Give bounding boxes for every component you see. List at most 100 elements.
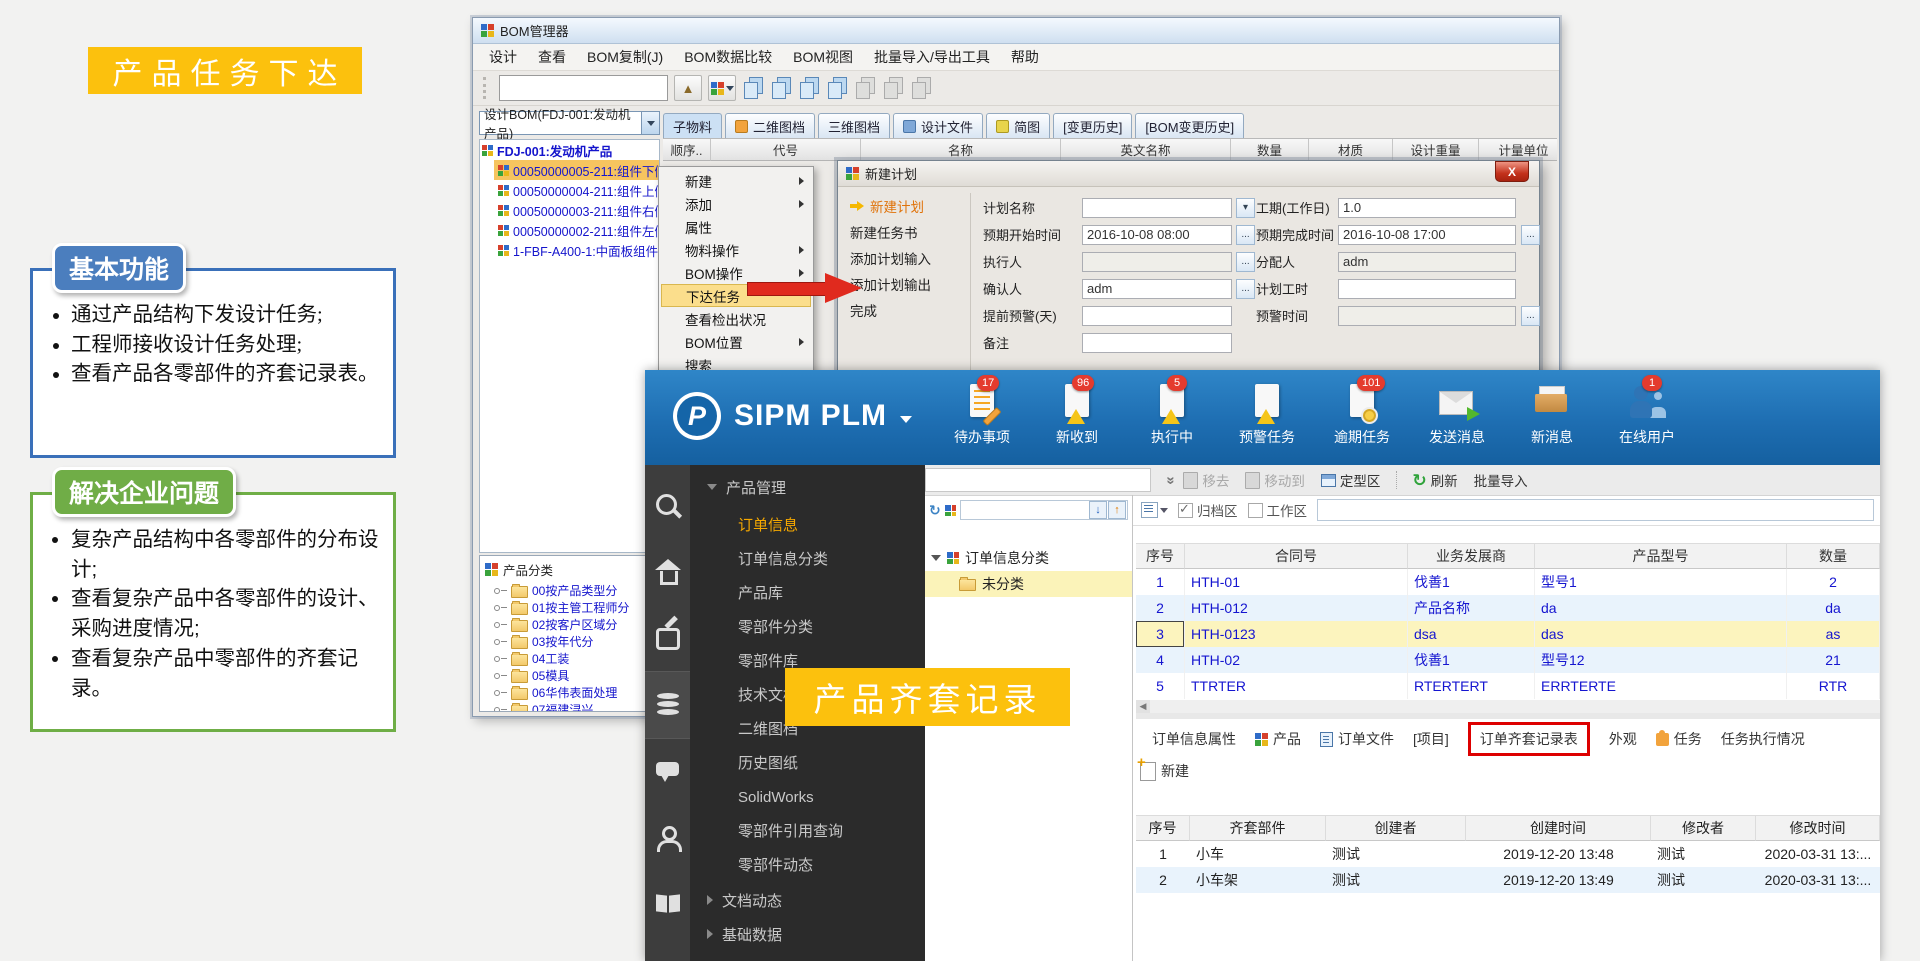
- refresh-button[interactable]: ↻刷新: [1412, 470, 1457, 490]
- bom-view-options-button[interactable]: [708, 75, 736, 101]
- orders-column-header[interactable]: 产品型号: [1535, 543, 1787, 569]
- order-row[interactable]: 2 HTH-012 产品名称 da da: [1136, 595, 1880, 621]
- sidebar-item[interactable]: 产品库: [690, 577, 925, 611]
- bom-grid-column-header[interactable]: 英文名称: [1061, 139, 1231, 161]
- bom-tree-node[interactable]: 00050000002-211:组件左侧: [494, 220, 659, 240]
- bom-search-input[interactable]: [499, 75, 668, 101]
- bom-menu-item[interactable]: 设计: [489, 47, 517, 67]
- detail-tab[interactable]: 产品: [1255, 729, 1301, 749]
- bom-menu-item[interactable]: 查看: [538, 47, 566, 67]
- order-tree-unclassified[interactable]: 未分类: [925, 571, 1132, 597]
- kit-column-header[interactable]: 齐套部件: [1190, 815, 1326, 841]
- dialog-titlebar[interactable]: 新建计划: [838, 161, 1539, 187]
- kit-column-header[interactable]: 修改者: [1651, 815, 1756, 841]
- header-action[interactable]: 96 新收到: [1040, 382, 1114, 447]
- field-input[interactable]: 1.0: [1338, 198, 1516, 218]
- kit-column-header[interactable]: 修改时间: [1756, 815, 1880, 841]
- order-row[interactable]: 3 HTH-0123 dsa das as: [1136, 621, 1880, 647]
- context-menu-item[interactable]: 属性: [661, 215, 811, 238]
- bom-grid-column-header[interactable]: 材质: [1309, 139, 1393, 161]
- category-folder[interactable]: 00按产品类型分: [480, 582, 655, 599]
- context-menu-item[interactable]: BOM位置: [661, 330, 811, 353]
- bom-tree-root[interactable]: FDJ-001:发动机产品: [480, 140, 659, 160]
- orders-column-header[interactable]: 合同号: [1185, 543, 1408, 569]
- bom-detail-tab[interactable]: 简图: [986, 113, 1050, 138]
- detail-tab[interactable]: 外观: [1609, 729, 1637, 749]
- bom-detail-tab[interactable]: 三维图档: [818, 113, 890, 138]
- paste-icon[interactable]: [799, 77, 819, 99]
- rail-item[interactable]: [645, 739, 690, 805]
- browse-button[interactable]: ...: [1521, 225, 1540, 245]
- bom-tree-node[interactable]: 00050000004-211:组件上侧: [494, 180, 659, 200]
- sidebar-item[interactable]: 历史图纸: [690, 747, 925, 781]
- bom-grid-column-header[interactable]: 名称: [861, 139, 1061, 161]
- batch-import-button[interactable]: 批量导入: [1474, 470, 1528, 490]
- move-out-button[interactable]: 移去: [1183, 470, 1229, 490]
- bom-menu-item[interactable]: BOM数据比较: [684, 47, 772, 67]
- browse-button[interactable]: ...: [1521, 306, 1540, 326]
- kit-column-header[interactable]: 创建者: [1326, 815, 1466, 841]
- detail-tab[interactable]: [项目]: [1413, 729, 1449, 749]
- new-record-button[interactable]: 新建: [1140, 761, 1189, 781]
- bom-detail-tab[interactable]: [变更历史]: [1053, 113, 1132, 138]
- bom-tree-node[interactable]: 1-FBF-A400-1:中面板组件: [494, 240, 659, 260]
- bom-menu-item[interactable]: 帮助: [1011, 47, 1039, 67]
- header-action[interactable]: 1 在线用户: [1610, 382, 1684, 447]
- tree-search-input[interactable]: ↓ ↑: [960, 500, 1128, 520]
- kit-row[interactable]: 1 小车 测试 2019-12-20 13:48 测试 2020-03-31 1…: [1136, 841, 1880, 867]
- header-action[interactable]: 新消息: [1515, 382, 1589, 447]
- copy-structure-icon[interactable]: [771, 77, 791, 99]
- sidebar-item[interactable]: SolidWorks: [690, 781, 925, 815]
- workspace-checkbox[interactable]: [1248, 503, 1263, 518]
- rail-item[interactable]: [645, 473, 690, 539]
- bom-menu-item[interactable]: BOM视图: [793, 47, 853, 67]
- bom-window-titlebar[interactable]: BOM管理器: [473, 18, 1559, 44]
- bom-menu-item[interactable]: 批量导入/导出工具: [874, 47, 990, 67]
- kit-column-header[interactable]: 创建时间: [1466, 815, 1651, 841]
- sidebar-item[interactable]: 订单信息分类: [690, 543, 925, 577]
- category-folder[interactable]: 02按客户区域分: [480, 616, 655, 633]
- header-action[interactable]: 发送消息: [1420, 382, 1494, 447]
- field-input[interactable]: [1082, 333, 1232, 353]
- horizontal-scrollbar[interactable]: ◀: [1136, 700, 1880, 713]
- field-input[interactable]: 2016-10-08 17:00: [1338, 225, 1516, 245]
- rail-item[interactable]: [645, 805, 690, 871]
- chevron-down-icon[interactable]: [900, 416, 912, 423]
- quick-filter-input[interactable]: [1317, 499, 1874, 521]
- org-icon[interactable]: [945, 505, 956, 516]
- order-row[interactable]: 5 TTRTER RTERTERT ERRTERTE RTR: [1136, 673, 1880, 699]
- rail-item[interactable]: [645, 671, 690, 739]
- collapse-chevron-icon[interactable]: »: [1163, 476, 1180, 484]
- archive-checkbox[interactable]: [1178, 503, 1193, 518]
- scroll-left-icon[interactable]: ◀: [1136, 700, 1150, 713]
- order-tree-root[interactable]: 订单信息分类: [925, 545, 1132, 571]
- sidebar-item[interactable]: 零部件动态: [690, 849, 925, 883]
- bom-grid-column-header[interactable]: 代号: [711, 139, 861, 161]
- category-folder[interactable]: 07福建浔兴: [480, 701, 655, 712]
- paste-structure-icon[interactable]: [827, 77, 847, 99]
- bom-tree-node[interactable]: 00050000005-211:组件下侧1: [494, 160, 660, 180]
- search-up-button[interactable]: ↑: [1108, 501, 1126, 519]
- copy-icon[interactable]: [743, 77, 763, 99]
- bom-detail-tab[interactable]: 设计文件: [893, 113, 983, 138]
- orders-column-header[interactable]: 数量: [1787, 543, 1880, 569]
- detail-tab[interactable]: 任务: [1656, 729, 1702, 749]
- context-menu-item[interactable]: 查看检出状况: [661, 307, 811, 330]
- order-row[interactable]: 1 HTH-01 伐善1 型号1 2: [1136, 569, 1880, 595]
- category-folder[interactable]: 03按年代分: [480, 633, 655, 650]
- bom-menu-item[interactable]: BOM复制(J): [587, 47, 663, 67]
- context-menu-item[interactable]: 添加: [661, 192, 811, 215]
- rail-item[interactable]: [645, 871, 690, 937]
- sidebar-group-product-management[interactable]: 产品管理: [690, 465, 925, 509]
- bom-detail-tab[interactable]: 子物料: [663, 113, 722, 138]
- detail-tab[interactable]: 订单文件: [1320, 729, 1394, 749]
- header-action[interactable]: 101 逾期任务: [1325, 382, 1399, 447]
- sidebar-item[interactable]: 零部件引用查询: [690, 815, 925, 849]
- brand-row[interactable]: P SIPM PLM: [673, 392, 912, 440]
- chevron-down-icon[interactable]: [1160, 508, 1168, 513]
- move-to-button[interactable]: 移动到: [1245, 470, 1305, 490]
- search-down-button[interactable]: ↓: [1089, 501, 1107, 519]
- bom-locate-button[interactable]: ▲: [674, 75, 702, 101]
- close-icon[interactable]: X: [1495, 161, 1529, 182]
- sidebar-collapsed-group[interactable]: 基础数据: [690, 917, 925, 951]
